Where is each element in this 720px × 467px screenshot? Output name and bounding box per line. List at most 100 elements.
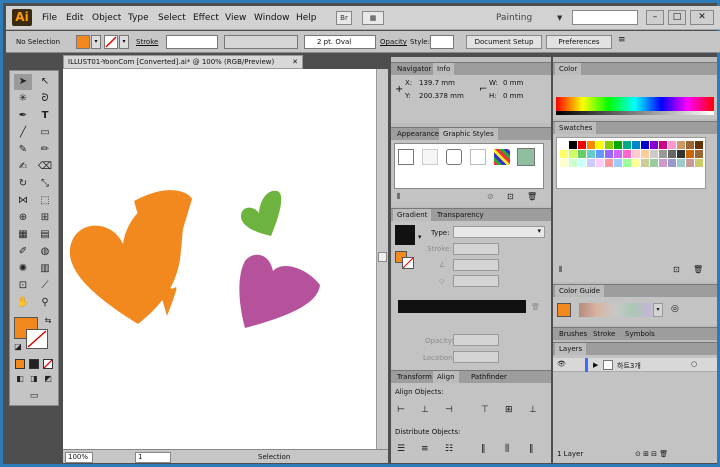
swatch-item[interactable] [641,141,649,149]
arrange-documents-button[interactable]: ▦ [362,11,384,25]
minimize-button[interactable]: – [646,10,664,25]
swatch-item[interactable] [605,150,613,158]
style-item[interactable] [470,149,486,165]
libraries-icon[interactable]: ⫴ [559,265,562,275]
swatch-item[interactable] [596,159,604,167]
selection-tool-icon[interactable]: ➤ [14,74,32,90]
trash-icon[interactable]: 🗑 [527,192,537,201]
trash-icon[interactable]: 🗑 [693,265,703,274]
aspect-ratio-field[interactable] [453,275,499,287]
direct-selection-tool-icon[interactable]: ↖ [36,74,54,90]
swatch-item[interactable] [560,159,568,167]
style-item[interactable] [422,149,438,165]
layer-actions-icon[interactable]: ⊙ ⊞ ⊟ 🗑 [635,450,668,458]
eye-icon[interactable]: 👁 [557,360,566,368]
rotate-tool-icon[interactable]: ↻ [14,176,32,192]
paintbrush-tool-icon[interactable]: ✎ [14,142,32,158]
color-spectrum[interactable] [556,97,714,111]
preferences-button[interactable]: Preferences [546,35,612,49]
menu-object[interactable]: Object [92,13,121,23]
free-transform-tool-icon[interactable]: ⬚ [36,193,54,209]
swatch-item[interactable] [695,141,703,149]
heart-purple-shape[interactable] [239,254,320,328]
swatch-item[interactable] [614,141,622,149]
screen-mode-icon[interactable]: ▭ [24,389,44,403]
tab-symbols[interactable]: Symbols [621,328,659,341]
color-wheel-icon[interactable]: ◎ [671,304,679,314]
stroke-link[interactable]: Stroke [136,38,158,46]
swatch-item[interactable] [677,141,685,149]
gradient-slider[interactable] [398,300,526,313]
stroke-weight-field[interactable] [166,35,218,49]
menu-edit[interactable]: Edit [66,13,83,23]
blend-tool-icon[interactable]: ◍ [36,244,54,260]
chevron-down-icon[interactable]: ▾ [91,35,101,49]
swatch-item[interactable] [659,141,667,149]
opacity-field[interactable] [453,334,499,346]
pen-tool-icon[interactable]: ✒ [14,108,32,124]
swatch-item[interactable] [596,141,604,149]
swatch-item[interactable] [614,159,622,167]
gradient-type-dropdown[interactable]: ▾ [453,226,545,238]
draw-inside-icon[interactable]: ◩ [42,373,54,385]
scrollbar-thumb[interactable] [378,252,387,262]
draw-normal-icon[interactable]: ◧ [14,373,26,385]
gradient-tool-icon[interactable]: ▤ [36,227,54,243]
style-swatch[interactable] [430,35,454,49]
swatch-item[interactable] [587,141,595,149]
swatch-item[interactable] [569,141,577,149]
opacity-link[interactable]: Opacity [380,38,407,46]
swatch-item[interactable] [686,141,694,149]
document-tab[interactable]: ILLUST01-YoonCom [Converted].ai* @ 100% … [63,55,303,69]
fill-color-swatch[interactable] [76,35,90,49]
distribute-right-icon[interactable]: ‖ [529,444,534,454]
chevron-down-icon[interactable]: ▾ [418,233,422,241]
style-item[interactable] [494,149,510,165]
document-setup-button[interactable]: Document Setup [466,35,542,49]
layer-row[interactable]: 👁 ▶ 하트3개 ○ [553,358,717,372]
swatch-item[interactable] [605,141,613,149]
new-swatch-icon[interactable]: ⊡ [673,265,680,274]
variable-width-dropdown[interactable] [224,35,298,49]
swap-colors-icon[interactable]: ⇆ [42,315,54,327]
swatch-item[interactable] [614,150,622,158]
rectangle-tool-icon[interactable]: ▭ [36,125,54,141]
swatch-item[interactable] [623,141,631,149]
default-colors-icon[interactable]: ◪ [12,341,24,353]
swatch-item[interactable] [695,159,703,167]
swatch-item[interactable] [677,150,685,158]
swatch-item[interactable] [641,159,649,167]
symbol-sprayer-tool-icon[interactable]: ✺ [14,261,32,277]
grayscale-ramp[interactable] [556,111,714,115]
style-item[interactable] [517,148,535,166]
swatch-item[interactable] [569,159,577,167]
width-tool-icon[interactable]: ⋈ [14,193,32,209]
color-mode-button[interactable] [15,359,25,369]
chevron-down-icon[interactable]: ▾ [653,303,663,317]
swatch-item[interactable] [560,150,568,158]
eyedropper-tool-icon[interactable]: ✐ [14,244,32,260]
style-item[interactable] [446,149,462,165]
swatch-item[interactable] [578,141,586,149]
menu-file[interactable]: File [42,13,57,23]
gradient-mode-button[interactable] [29,359,39,369]
expand-icon[interactable]: ▶ [593,361,598,369]
stroke-indicator[interactable] [402,257,414,269]
perspective-grid-tool-icon[interactable]: ⊞ [36,210,54,226]
swatch-item[interactable] [587,150,595,158]
swatch-item[interactable] [650,150,658,158]
chevron-down-icon[interactable]: ▾ [119,35,129,49]
swatch-item[interactable] [632,141,640,149]
mesh-tool-icon[interactable]: ▦ [14,227,32,243]
break-link-icon[interactable]: ⊘ [487,192,494,201]
swatch-item[interactable] [668,159,676,167]
harmony-rules[interactable] [579,303,651,317]
workspace-switcher[interactable]: Painting [496,13,532,23]
menu-window[interactable]: Window [254,13,290,23]
tab-brushes[interactable]: Brushes [555,328,591,341]
style-default[interactable] [398,149,414,165]
swatch-item[interactable] [623,159,631,167]
swatch-item[interactable] [569,150,577,158]
maximize-button[interactable]: □ [668,10,686,25]
tab-stroke[interactable]: Stroke [589,328,619,341]
